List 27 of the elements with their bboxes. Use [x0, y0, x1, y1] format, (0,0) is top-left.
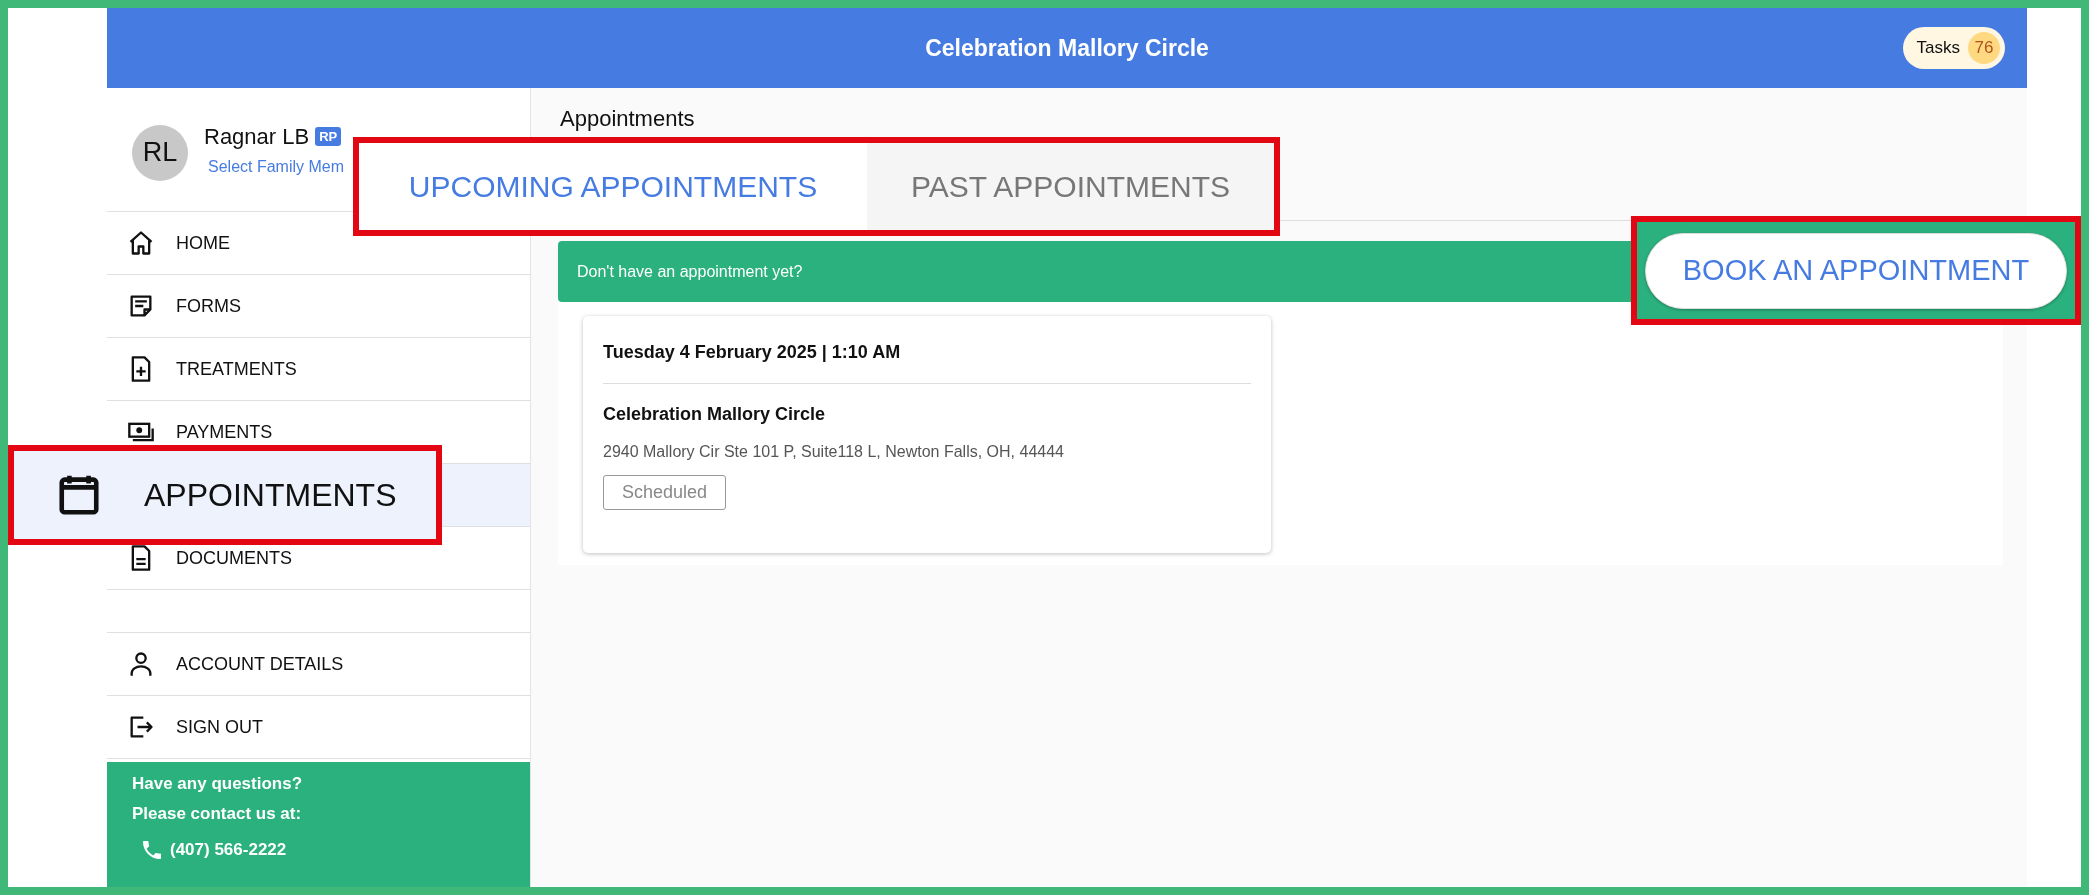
nav-item[interactable]: FORMS [107, 275, 530, 338]
select-family-link[interactable]: Select Family Mem [208, 157, 345, 176]
nav-item[interactable]: DOCUMENTS [107, 527, 530, 590]
tasks-count: 76 [1968, 32, 2000, 64]
clinic-title: Celebration Mallory Circle [925, 34, 1209, 62]
contact-text: Please contact us at: [132, 804, 303, 824]
nav-item[interactable]: ACCOUNT DETAILS [107, 633, 530, 696]
nav-item[interactable]: SIGN OUT [107, 696, 530, 759]
status-chip: Scheduled [603, 475, 727, 510]
tab[interactable]: UPCOMING APPOINTMENTS [359, 143, 867, 230]
home-icon [127, 229, 155, 257]
tab[interactable]: PAST APPOINTMENTS [867, 143, 1274, 230]
address-text: 2940 Mallory Cir Ste 101 P, Suite118 L, Newton Falls, OH, 44444 [603, 443, 1065, 461]
location-name: Celebration Mallory Circle [603, 404, 827, 425]
nav-item[interactable]: TREATMENTS [107, 338, 530, 401]
nav-item-zoom-tooltip[interactable]: APPOINTMENTS [8, 445, 442, 545]
phone-icon [140, 838, 164, 862]
user-name: Ragnar LB [204, 123, 310, 150]
appointment-date: Tuesday 4 February 2025 | 1:10 AM [603, 342, 1251, 384]
avatar: RL [132, 124, 188, 181]
contact-text: Have any questions? [132, 774, 304, 794]
tasks-button[interactable]: Tasks 76 [1902, 27, 2005, 69]
role-badge: RP [315, 127, 342, 146]
page-title: Appointments [559, 106, 696, 132]
book-appointment-button[interactable]: BOOK AN APPOINTMENT [1645, 232, 2067, 309]
appointment-card[interactable]: Tuesday 4 February 2025 | 1:10 AM Celebration Mallory Circle 2940 Mallory Cir Ste 101 P, Suite118 L, Newton Falls, OH, 44444 Scheduled [583, 316, 1271, 553]
banner-text: Don't have an appointment yet? [577, 262, 803, 281]
